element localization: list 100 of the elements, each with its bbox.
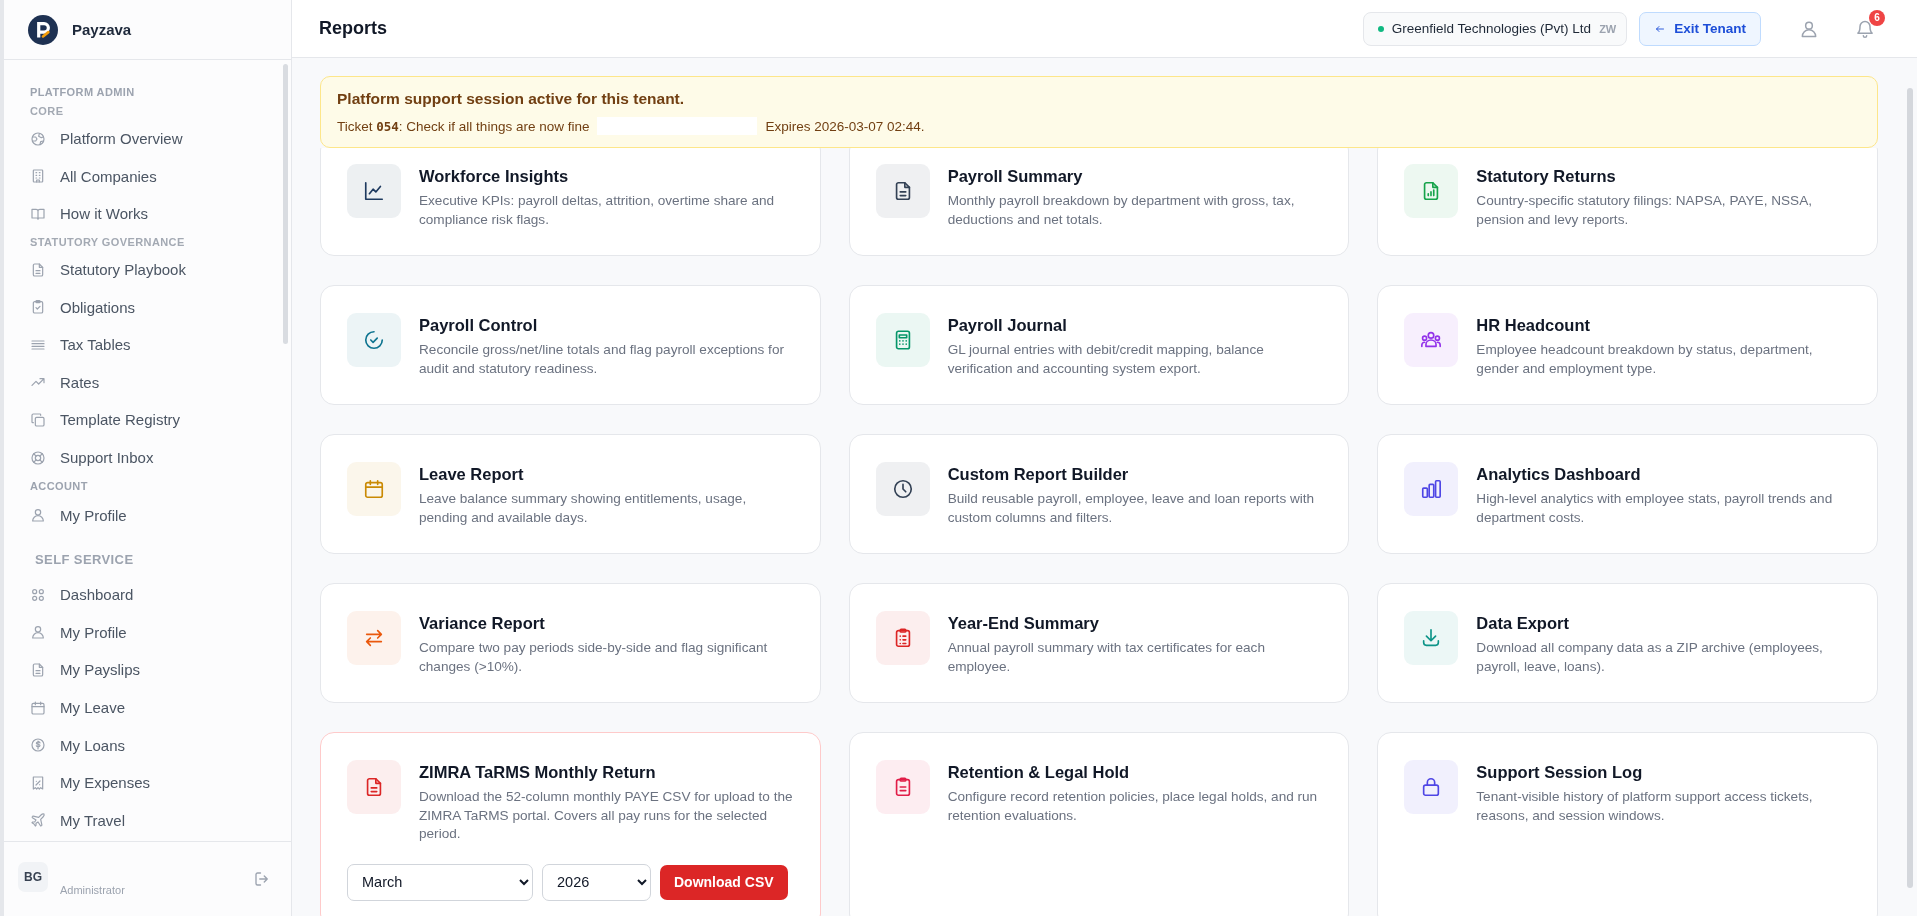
report-card[interactable]: Support Session Log Tenant-visible history of platform support access tickets, reasons, and session windows. (1377, 732, 1878, 916)
book-icon (30, 206, 46, 222)
user-icon (30, 507, 46, 524)
nav-item[interactable]: Platform Overview (30, 120, 283, 158)
card-description: High-level analytics with employee stats, payroll trends and department costs. (1476, 490, 1834, 527)
tenant-selector[interactable]: Greenfield Technologies (Pvt) Ltd ZW (1362, 11, 1628, 46)
report-card[interactable]: Custom Report Builder Build reusable payroll, employee, leave and loan reports with custom columns and filters. (848, 434, 1350, 554)
card-title: HR Headcount (1476, 315, 1591, 336)
avatar: BG (18, 862, 48, 892)
building-icon (30, 168, 46, 185)
document-icon (30, 261, 46, 278)
nav-item[interactable]: My Expenses (30, 763, 283, 802)
report-card[interactable]: Statutory Returns Country-specific statutory filings: NAPSA, PAYE, NSSA, pension and levy reports. (1377, 148, 1878, 256)
card-description: Compare two pay periods side-by-side and flag significant changes (>10%). (419, 639, 769, 676)
month-select[interactable]: March (347, 863, 533, 901)
nav-item[interactable]: My Profile (30, 496, 283, 534)
card-description: Annual payroll summary with tax certificates for each employee. (947, 639, 1266, 676)
card-description: Employee headcount breakdown by status, department, gender and employment type. (1476, 341, 1814, 378)
nav-item[interactable]: My Payslips (30, 651, 283, 689)
report-card[interactable]: Workforce Insights Executive KPIs: payroll deltas, attrition, overtime share and compliance risk flags. (320, 148, 821, 256)
nav-item[interactable]: How it Works (30, 195, 283, 233)
card-title: Payroll Control (419, 315, 539, 336)
receipt-icon (30, 774, 46, 791)
brand-name: Payzava (72, 21, 132, 38)
report-card[interactable]: Year-End Summary Annual payroll summary with tax certificates for each employee. (848, 583, 1350, 703)
report-card[interactable]: ZIMRA TaRMS Monthly Return Download the 52-column monthly PAYE CSV for upload to the ZIMRA TaRMS portal. Covers all pay runs for the selected period. March 2026 Download CSV (320, 732, 821, 916)
card-description: Country-specific statutory filings: NAPSA, PAYE, NSSA, pension and levy reports. (1476, 192, 1813, 229)
report-card[interactable]: Retention & Legal Hold Configure record retention policies, place legal holds, and run retention evaluations. (848, 732, 1350, 916)
card-description: Configure record retention policies, place legal holds, and run retention evaluations. (947, 788, 1319, 825)
report-card[interactable]: Leave Report Leave balance summary showing entitlements, usage, pending and available days. (320, 434, 821, 554)
expiry-text: Expires 2026-03-07 02:44. (765, 118, 925, 134)
report-card[interactable]: Payroll Summary Monthly payroll breakdown by department with gross, tax, deductions and net totals. (848, 148, 1350, 256)
logout-icon[interactable] (253, 870, 271, 888)
tenant-name: Greenfield Technologies (Pvt) Ltd (1391, 21, 1592, 36)
swap-arrows-icon (363, 627, 385, 649)
nav-item[interactable]: My Loans (30, 726, 283, 764)
clock-icon (891, 478, 914, 500)
card-title: Workforce Insights (419, 166, 570, 187)
nav-item[interactable]: My Leave (30, 688, 283, 727)
card-description: GL journal entries with debit/credit mapping, balance verification and accounting system export. (947, 341, 1265, 378)
report-card[interactable]: Analytics Dashboard High-level analytics with employee stats, payroll trends and department costs. (1377, 434, 1878, 554)
card-description: Reconcile gross/net/line totals and flag payroll exceptions for audit and statutory readiness. (419, 341, 785, 378)
clipboard-check-icon (30, 299, 46, 316)
card-title: Payroll Journal (947, 315, 1068, 336)
section-heading: SELF SERVICE (35, 550, 135, 569)
copy-icon (30, 411, 46, 428)
globe-icon (30, 130, 46, 147)
card-description: Executive KPIs: payroll deltas, attrition, overtime share and compliance risk flags. (419, 192, 776, 229)
circle-check-icon (363, 329, 385, 351)
nav-item[interactable]: Statutory Playbook (30, 250, 283, 289)
nav-item[interactable]: Tax Tables (30, 325, 283, 364)
notification-badge: 6 (1869, 9, 1885, 26)
nav-item[interactable]: Template Registry (30, 401, 283, 439)
exit-tenant-button[interactable]: Exit Tenant (1639, 11, 1761, 46)
card-title: Year-End Summary (947, 613, 1100, 634)
section-heading: PLATFORM ADMIN (30, 85, 136, 100)
report-card[interactable]: HR Headcount Employee headcount breakdown by status, department, gender and employment type. (1377, 285, 1878, 405)
card-title: Variance Report (419, 613, 546, 634)
card-title: Retention & Legal Hold (947, 762, 1131, 783)
card-title: Leave Report (419, 464, 525, 485)
card-description: Monthly payroll breakdown by department with gross, tax, deductions and net totals. (947, 192, 1296, 229)
ticket-text: Ticket 054: Check if all things are now fine (337, 118, 590, 134)
nav-item[interactable]: Rates (30, 363, 283, 402)
calendar-icon (363, 478, 385, 500)
scrollbar-thumb[interactable] (1907, 88, 1913, 888)
plane-icon (30, 812, 46, 829)
document-icon (30, 661, 46, 678)
card-description: Tenant-visible history of platform support access tickets, reasons, and session windows. (1476, 788, 1814, 825)
logo-icon (28, 14, 58, 45)
calendar-icon (30, 699, 46, 716)
report-card[interactable]: Payroll Journal GL journal entries with debit/credit mapping, balance verification and accounting system export. (848, 285, 1350, 405)
nav-item[interactable]: Obligations (30, 288, 283, 326)
country-code: ZW (1599, 22, 1617, 35)
section-heading: CORE (30, 104, 65, 119)
card-title: Analytics Dashboard (1476, 464, 1642, 485)
scrollbar-thumb[interactable] (283, 64, 288, 344)
nav-item[interactable]: Support Inbox (30, 438, 283, 477)
card-title: Support Session Log (1476, 762, 1644, 783)
card-description: Leave balance summary showing entitlements, usage, pending and available days. (419, 490, 748, 527)
nav-item[interactable]: My Profile (30, 613, 283, 652)
lifebuoy-icon (30, 449, 46, 466)
dollar-icon (30, 737, 46, 754)
report-card[interactable]: Data Export Download all company data as a ZIP archive (employees, payroll, leave, loans). (1377, 583, 1878, 703)
status-dot-icon (1377, 25, 1384, 32)
nav-item[interactable]: My Travel (30, 801, 283, 840)
report-card[interactable]: Variance Report Compare two pay periods side-by-side and flag significant changes (>10%). (320, 583, 821, 703)
user-role: Administrator (60, 884, 126, 896)
card-title: ZIMRA TaRMS Monthly Return (419, 762, 657, 783)
bell-icon[interactable] (1855, 18, 1875, 39)
nav-item[interactable]: Dashboard (30, 575, 283, 614)
download-csv-button[interactable]: Download CSV (660, 864, 788, 900)
grid-icon (30, 586, 46, 603)
card-description: Download all company data as a ZIP archive (employees, payroll, leave, loans). (1476, 639, 1824, 676)
card-title: Custom Report Builder (947, 464, 1130, 485)
report-card[interactable]: Payroll Control Reconcile gross/net/line totals and flag payroll exceptions for audit and statutory readiness. (320, 285, 821, 405)
year-select[interactable]: 2026 (542, 863, 651, 901)
section-heading: STATUTORY GOVERNANCE (30, 234, 186, 250)
nav-item[interactable]: All Companies (30, 157, 283, 196)
banner-title: Platform support session active for this tenant. (337, 90, 686, 108)
page-title: Reports (319, 18, 387, 39)
